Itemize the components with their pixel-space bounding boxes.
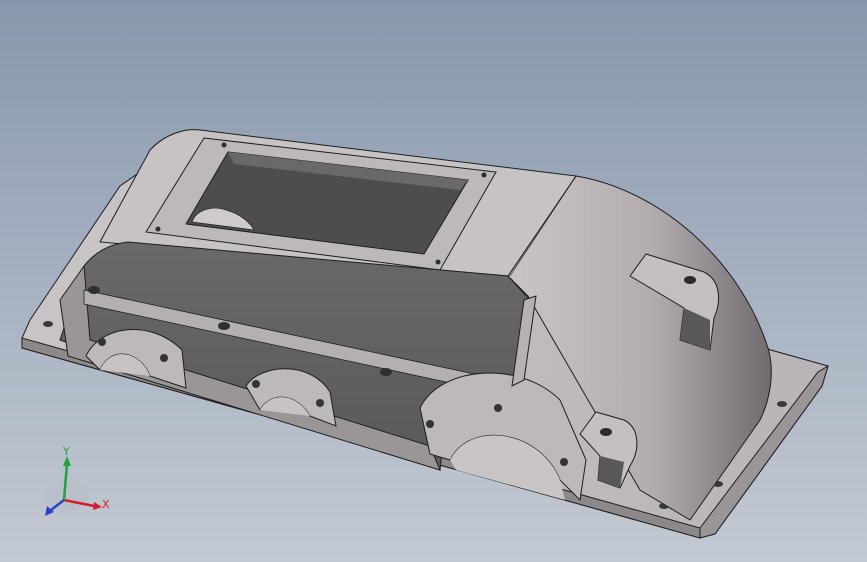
boss-bolt-hole[interactable]	[494, 404, 502, 412]
boss-bolt-hole[interactable]	[252, 380, 260, 388]
boss-bolt-hole[interactable]	[426, 420, 434, 428]
flange-hole[interactable]	[43, 321, 53, 327]
side-bolt-hole[interactable]	[218, 322, 230, 330]
flange-hole[interactable]	[777, 401, 787, 407]
boss-bolt-hole[interactable]	[560, 458, 568, 466]
y-axis-label: Y	[62, 445, 70, 458]
x-axis-arrow-icon	[93, 502, 102, 510]
lug-hole[interactable]	[600, 428, 612, 436]
gearbox-housing-model[interactable]	[0, 0, 867, 562]
graphics-viewport[interactable]: X Y	[0, 0, 867, 562]
window-screw[interactable]	[155, 226, 161, 232]
boss-bolt-hole[interactable]	[160, 354, 168, 362]
side-bolt-hole[interactable]	[380, 368, 392, 376]
x-axis-label: X	[102, 498, 110, 511]
orientation-triad[interactable]: X Y	[36, 444, 116, 524]
window-screw[interactable]	[435, 259, 441, 265]
boss-bolt-hole[interactable]	[98, 338, 106, 346]
window-screw[interactable]	[481, 172, 487, 178]
lug-hole[interactable]	[684, 276, 696, 284]
side-bolt-hole[interactable]	[88, 286, 100, 294]
boss-bolt-hole[interactable]	[316, 399, 324, 407]
window-screw[interactable]	[221, 142, 227, 148]
